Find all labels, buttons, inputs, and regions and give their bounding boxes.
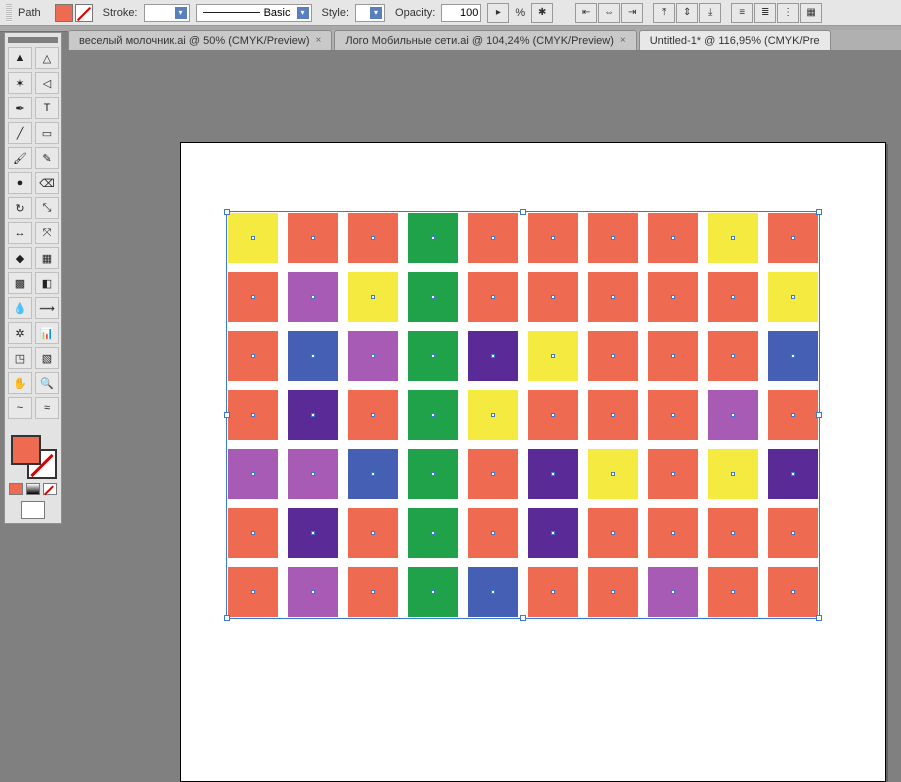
screen-mode-button[interactable] [21, 501, 45, 519]
align-bottom-button[interactable]: ⤓ [699, 3, 721, 23]
tab-label: Untitled-1* @ 116,95% (CMYK/Pre [650, 35, 820, 47]
align-top-button[interactable]: ⤒ [653, 3, 675, 23]
distribute-buttons-group: ≡ ≣ ⋮ ▦ [731, 3, 822, 23]
selection-handle[interactable] [816, 209, 822, 215]
selection-handle[interactable] [816, 412, 822, 418]
recolor-artwork-button[interactable]: ✱ [531, 3, 553, 23]
selection-handle[interactable] [816, 615, 822, 621]
selection-bounding-box[interactable] [226, 211, 820, 619]
color-mode-button[interactable] [9, 483, 23, 495]
extra-tool-b[interactable]: ≈ [35, 397, 59, 419]
percent-label: % [515, 7, 525, 19]
style-label: Style: [322, 7, 350, 19]
pen-tool[interactable]: ✒ [8, 97, 32, 119]
blob-brush-tool[interactable]: ● [8, 172, 32, 194]
stroke-weight-dropdown[interactable]: ▾ [144, 4, 190, 22]
distribute-spacing-button[interactable]: ⋮ [777, 3, 799, 23]
fill-stroke-swatches [55, 4, 93, 22]
selection-tool[interactable]: ▲ [8, 47, 32, 69]
direct-selection-tool[interactable]: △ [35, 47, 59, 69]
magic-wand-tool[interactable]: ✶ [8, 72, 32, 94]
eraser-tool[interactable]: ⌫ [35, 172, 59, 194]
graph-tool[interactable]: 📊 [35, 322, 59, 344]
fill-mode-row [8, 483, 58, 495]
rotate-tool[interactable]: ↻ [8, 197, 32, 219]
selection-handle[interactable] [224, 615, 230, 621]
tools-panel-grip[interactable] [8, 37, 58, 43]
fill-swatch[interactable] [55, 4, 73, 22]
opacity-input[interactable]: 100 [441, 4, 481, 22]
document-tab[interactable]: веселый молочник.ai @ 50% (CMYK/Preview)… [68, 30, 332, 50]
opacity-dropdown-arrow[interactable]: ▸ [487, 3, 509, 23]
scale-tool[interactable]: ⤡ [35, 197, 59, 219]
document-tab[interactable]: Лого Мобильные сети.ai @ 104,24% (CMYK/P… [334, 30, 636, 50]
type-tool[interactable]: T [35, 97, 59, 119]
align-buttons-group: ⇤ ⇔ ⇥ [575, 3, 643, 23]
graphic-style-dropdown[interactable]: ▾ [355, 4, 385, 22]
selection-handle[interactable] [520, 615, 526, 621]
line-tool[interactable]: ╱ [8, 122, 32, 144]
options-bar: Path Stroke: ▾ Basic ▾ Style: ▾ Opacity:… [0, 0, 901, 26]
shape-builder-tool[interactable]: ◆ [8, 247, 32, 269]
perspective-tool[interactable]: ▦ [35, 247, 59, 269]
align-hcenter-button[interactable]: ⇔ [598, 3, 620, 23]
align-vcenter-button[interactable]: ⇕ [676, 3, 698, 23]
panel-grip[interactable] [6, 4, 12, 22]
paintbrush-tool[interactable]: 🖌 [8, 147, 32, 169]
fill-stroke-control[interactable] [9, 433, 57, 479]
stroke-label: Stroke: [103, 7, 138, 19]
mesh-tool[interactable]: ▩ [8, 272, 32, 294]
rectangle-tool[interactable]: ▭ [35, 122, 59, 144]
document-tab-bar: веселый молочник.ai @ 50% (CMYK/Preview)… [68, 30, 901, 50]
brush-name: Basic [264, 7, 291, 19]
document-tab[interactable]: Untitled-1* @ 116,95% (CMYK/Pre [639, 30, 831, 50]
align-left-button[interactable]: ⇤ [575, 3, 597, 23]
stroke-swatch[interactable] [75, 4, 93, 22]
distribute-v-button[interactable]: ≣ [754, 3, 776, 23]
lasso-tool[interactable]: ◁ [35, 72, 59, 94]
tab-label: веселый молочник.ai @ 50% (CMYK/Preview) [79, 35, 310, 47]
transform-button[interactable]: ▦ [800, 3, 822, 23]
close-icon[interactable]: × [620, 35, 626, 46]
blend-tool[interactable]: ⟿ [35, 297, 59, 319]
free-transform-tool[interactable]: ⤧ [35, 222, 59, 244]
slice-tool[interactable]: ▧ [35, 347, 59, 369]
selection-handle[interactable] [520, 209, 526, 215]
pencil-tool[interactable]: ✎ [35, 147, 59, 169]
gradient-tool[interactable]: ◧ [35, 272, 59, 294]
artboard-tool[interactable]: ◳ [8, 347, 32, 369]
selection-type-label: Path [18, 7, 41, 19]
width-tool[interactable]: ↔ [8, 222, 32, 244]
extra-tool-a[interactable]: ~ [8, 397, 32, 419]
distribute-h-button[interactable]: ≡ [731, 3, 753, 23]
eyedropper-tool[interactable]: 💧 [8, 297, 32, 319]
selection-handle[interactable] [224, 209, 230, 215]
align-right-button[interactable]: ⇥ [621, 3, 643, 23]
tab-label: Лого Мобильные сети.ai @ 104,24% (CMYK/P… [345, 35, 614, 47]
hand-tool[interactable]: ✋ [8, 372, 32, 394]
selection-handle[interactable] [224, 412, 230, 418]
fill-color-box[interactable] [11, 435, 41, 465]
valign-buttons-group: ⤒ ⇕ ⤓ [653, 3, 721, 23]
tools-panel: ▲△✶◁✒T╱▭🖌✎●⌫↻⤡↔⤧◆▦▩◧💧⟿✲📊◳▧✋🔍~≈ [4, 32, 62, 524]
none-mode-button[interactable] [43, 483, 57, 495]
opacity-label: Opacity: [395, 7, 435, 19]
brush-preset-dropdown[interactable]: Basic ▾ [196, 4, 312, 22]
symbol-sprayer-tool[interactable]: ✲ [8, 322, 32, 344]
canvas-area[interactable] [68, 50, 901, 693]
zoom-tool[interactable]: 🔍 [35, 372, 59, 394]
gradient-mode-button[interactable] [26, 483, 40, 495]
close-icon[interactable]: × [316, 35, 322, 46]
